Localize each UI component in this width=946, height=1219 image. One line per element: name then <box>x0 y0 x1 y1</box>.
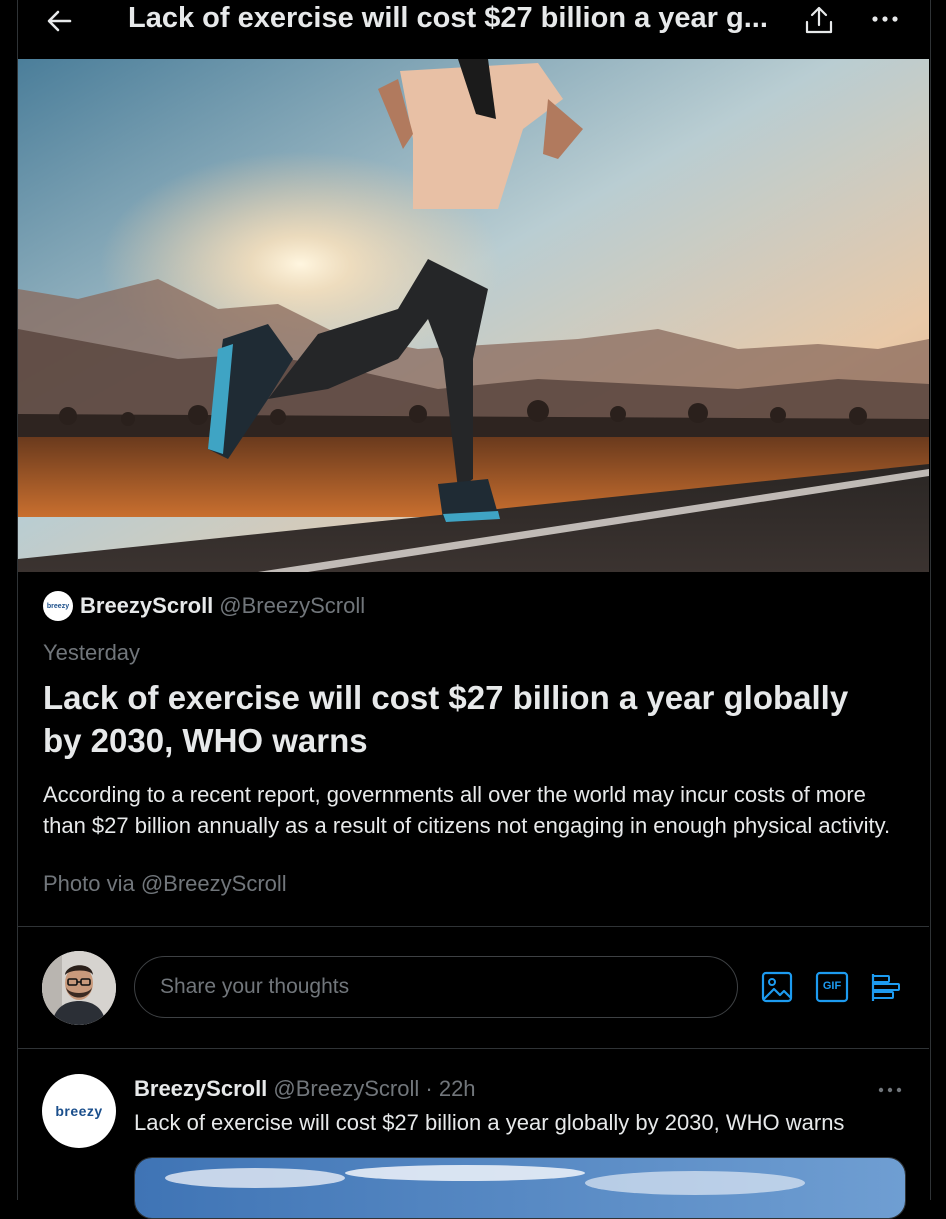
tweet-media-image[interactable] <box>134 1157 906 1219</box>
gif-label: GIF <box>822 980 842 992</box>
article-headline[interactable]: Lack of exercise will cost $27 billion a… <box>43 676 873 762</box>
reply-input[interactable] <box>134 956 738 1018</box>
article-summary: According to a recent report, government… <box>43 782 891 838</box>
article-source[interactable]: breezy BreezyScroll @BreezyScroll <box>43 590 365 622</box>
divider <box>18 926 929 927</box>
top-bar: Lack of exercise will cost $27 billion a… <box>0 0 946 58</box>
page-title: Lack of exercise will cost $27 billion a… <box>128 2 768 34</box>
tweet-avatar-text: breezy <box>55 1103 103 1119</box>
tweet-more-icon[interactable] <box>874 1080 906 1100</box>
tweet-header: BreezyScroll @BreezyScroll · 22h <box>134 1076 476 1102</box>
tweet-time[interactable]: 22h <box>439 1076 476 1101</box>
article-hero-image[interactable] <box>18 59 929 572</box>
photo-credit: Photo via @BreezyScroll <box>43 871 287 896</box>
source-name: BreezyScroll <box>80 593 214 618</box>
poll-icon[interactable] <box>869 969 903 1005</box>
gif-icon[interactable]: GIF <box>815 969 849 1005</box>
source-handle: @BreezyScroll <box>219 593 366 618</box>
source-logo-text: breezy <box>46 602 70 610</box>
tweet-avatar[interactable]: breezy <box>42 1074 116 1148</box>
divider <box>18 1048 929 1049</box>
share-icon[interactable] <box>804 4 834 36</box>
tweet-author-name[interactable]: BreezyScroll <box>134 1076 267 1101</box>
source-logo: breezy <box>43 591 73 621</box>
tweet-author-handle[interactable]: @BreezyScroll <box>273 1076 419 1101</box>
tweet-separator: · <box>425 1076 433 1101</box>
more-options-icon[interactable] <box>866 6 904 32</box>
user-avatar[interactable] <box>42 951 116 1025</box>
image-icon[interactable] <box>760 969 794 1005</box>
back-arrow-icon[interactable] <box>44 6 74 36</box>
tweet-text: Lack of exercise will cost $27 billion a… <box>134 1110 845 1135</box>
article-timestamp: Yesterday <box>43 640 141 665</box>
